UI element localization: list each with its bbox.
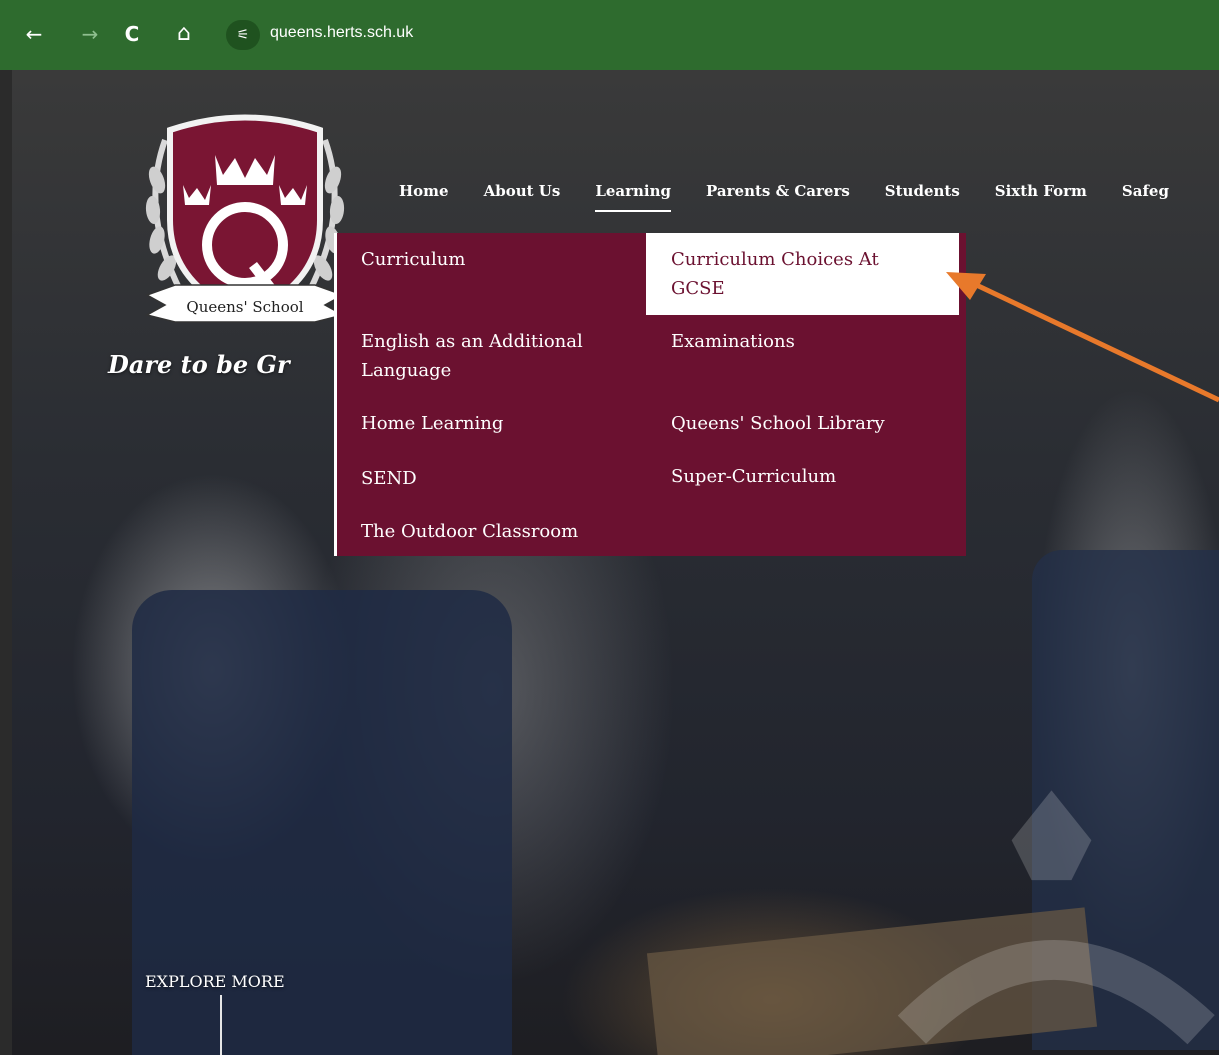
nav-home[interactable]: Home — [399, 182, 449, 212]
annotation-arrow-icon — [946, 272, 1219, 403]
learning-dropdown-menu: Curriculum English as an Additional Lang… — [334, 233, 966, 556]
menu-item-examinations[interactable]: Examinations — [671, 327, 795, 356]
nav-safeguarding[interactable]: Safeg — [1122, 182, 1169, 212]
menu-item-outdoor-classroom[interactable]: The Outdoor Classroom — [361, 517, 578, 546]
main-nav: Home About Us Learning Parents & Carers … — [399, 182, 1204, 212]
forward-arrow-icon[interactable]: → — [78, 22, 102, 46]
crest-watermark-icon — [897, 790, 1215, 1045]
tagline: Dare to be Gr — [108, 350, 290, 379]
menu-item-curriculum[interactable]: Curriculum — [361, 245, 465, 274]
explore-more-link[interactable]: EXPLORE MORE — [145, 972, 285, 991]
address-bar[interactable]: queens.herts.sch.uk — [270, 24, 413, 42]
menu-item-super-curriculum[interactable]: Super-Curriculum — [671, 462, 836, 491]
nav-sixth-form[interactable]: Sixth Form — [995, 182, 1087, 212]
logo-school-name: Queens' School — [186, 298, 303, 316]
nav-parents-carers[interactable]: Parents & Carers — [706, 182, 850, 212]
browser-toolbar: ← → C ⌂ ⚟ queens.herts.sch.uk — [0, 0, 1219, 70]
home-icon[interactable]: ⌂ — [172, 22, 196, 46]
menu-item-library[interactable]: Queens' School Library — [671, 409, 885, 438]
menu-item-eal[interactable]: English as an Additional Language — [361, 327, 583, 385]
nav-students[interactable]: Students — [885, 182, 960, 212]
nav-about-us[interactable]: About Us — [484, 182, 561, 212]
nav-learning[interactable]: Learning — [595, 182, 671, 212]
reload-icon[interactable]: C — [120, 22, 144, 46]
back-arrow-icon[interactable]: ← — [22, 22, 46, 46]
menu-item-curriculum-choices-gcse[interactable]: Curriculum Choices At GCSE — [646, 233, 959, 315]
menu-item-home-learning[interactable]: Home Learning — [361, 409, 503, 438]
menu-item-send[interactable]: SEND — [361, 464, 417, 493]
site-info-icon[interactable]: ⚟ — [226, 20, 260, 50]
explore-more-line — [220, 995, 222, 1055]
school-crest-logo[interactable]: Queens' School — [135, 100, 355, 330]
